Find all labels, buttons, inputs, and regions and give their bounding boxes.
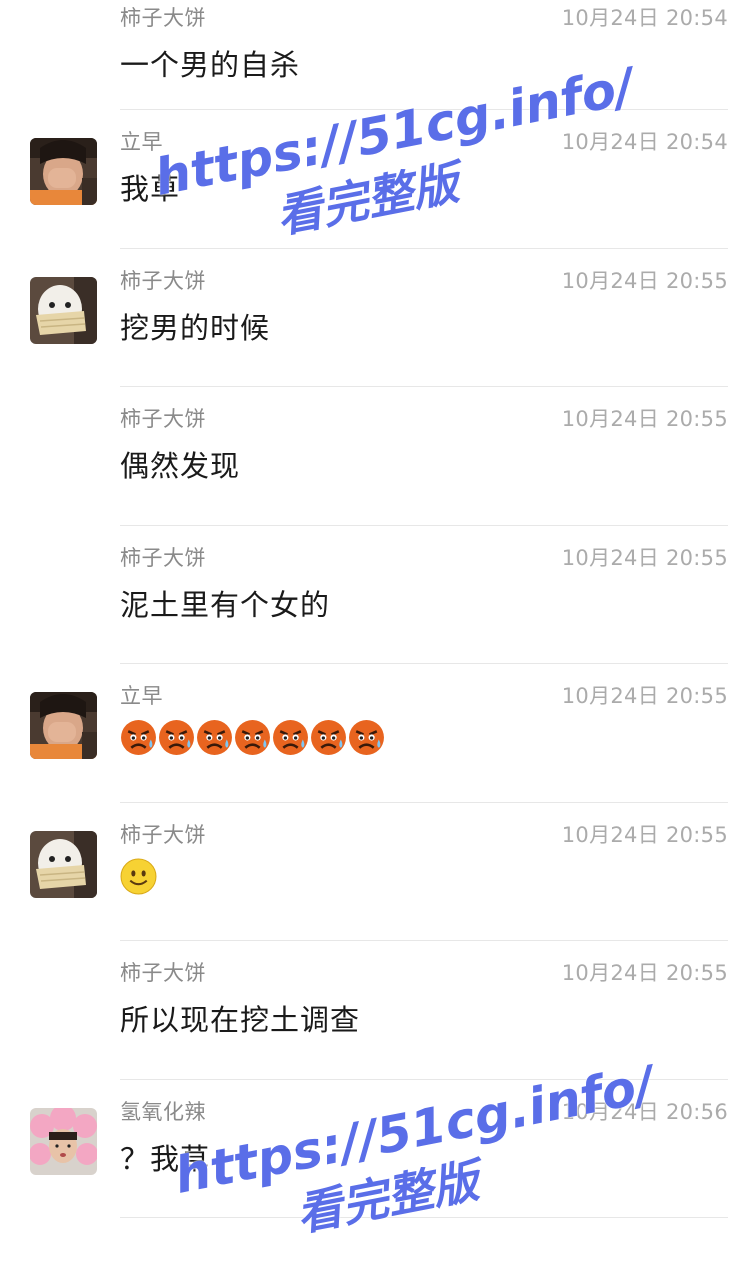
emoji-row — [120, 719, 385, 756]
avatar[interactable] — [30, 1107, 97, 1175]
avatar[interactable] — [30, 138, 97, 205]
dog-with-mask-icon — [30, 276, 97, 344]
avatar[interactable] — [30, 692, 97, 759]
message-time: 10月24日 20:55 — [561, 407, 728, 431]
message-time: 10月24日 20:55 — [561, 268, 728, 293]
message-item[interactable]: 柿子大饼 10月24日 20:54 一个男的自杀 — [0, 0, 750, 110]
avatar[interactable] — [30, 276, 97, 344]
message-text: 偶然发现 — [120, 449, 241, 483]
divider — [120, 1217, 728, 1218]
message-item[interactable]: 立早 10月24日 20:54 我草 — [0, 110, 750, 249]
sender-name[interactable]: 立早 — [120, 680, 163, 710]
sender-name[interactable]: 氢氧化辣 — [120, 1096, 206, 1126]
angry-sweat-emoji-icon — [197, 720, 232, 755]
angry-sweat-emoji-icon — [235, 720, 270, 755]
sender-name[interactable]: 立早 — [120, 126, 163, 156]
message-text: ？我草 — [120, 1141, 211, 1176]
person-covering-face-icon — [30, 692, 97, 759]
sender-name[interactable]: 柿子大饼 — [120, 2, 206, 32]
message-time: 10月24日 20:55 — [561, 961, 728, 985]
angry-sweat-emoji-icon — [311, 720, 346, 755]
message-item[interactable]: 柿子大饼 10月24日 20:55 — [0, 803, 750, 941]
message-item[interactable]: 柿子大饼 10月24日 20:55 泥土里有个女的 — [0, 526, 750, 664]
message-item[interactable]: 氢氧化辣 10月24日 20:56 ？我草 — [0, 1080, 750, 1218]
sender-name[interactable]: 柿子大饼 — [120, 403, 206, 433]
message-item[interactable]: 柿子大饼 10月24日 20:55 挖男的时候 — [0, 249, 750, 387]
avatar[interactable] — [30, 830, 97, 898]
smile-emoji-icon — [120, 858, 157, 894]
message-item[interactable]: 立早 10月24日 20:55 — [0, 664, 750, 803]
chat-message-list: 柿子大饼 10月24日 20:54 一个男的自杀 立早 10月24日 20:54… — [0, 0, 750, 1218]
person-pink-hat-icon — [30, 1107, 97, 1175]
message-text: 泥土里有个女的 — [120, 587, 331, 622]
message-text: 我草 — [120, 172, 181, 206]
angry-sweat-emoji-icon — [159, 720, 194, 755]
message-text: 一个男的自杀 — [120, 48, 301, 82]
message-time: 10月24日 20:56 — [561, 1099, 728, 1124]
message-time: 10月24日 20:55 — [561, 545, 728, 570]
angry-sweat-emoji-icon — [273, 720, 308, 755]
message-text: 所以现在挖土调查 — [120, 1003, 361, 1037]
message-time: 10月24日 20:54 — [561, 6, 728, 30]
sender-name[interactable]: 柿子大饼 — [120, 542, 206, 572]
message-time: 10月24日 20:55 — [561, 684, 728, 708]
dog-with-mask-icon — [30, 830, 97, 898]
angry-sweat-emoji-icon — [349, 720, 384, 755]
sender-name[interactable]: 柿子大饼 — [120, 819, 206, 849]
emoji-row — [120, 858, 157, 895]
sender-name[interactable]: 柿子大饼 — [120, 265, 206, 295]
message-item[interactable]: 柿子大饼 10月24日 20:55 偶然发现 — [0, 387, 750, 526]
sender-name[interactable]: 柿子大饼 — [120, 957, 206, 987]
message-text: 挖男的时候 — [120, 310, 271, 345]
person-covering-face-icon — [30, 138, 97, 205]
message-item[interactable]: 柿子大饼 10月24日 20:55 所以现在挖土调查 — [0, 941, 750, 1080]
angry-sweat-emoji-icon — [121, 720, 156, 755]
message-time: 10月24日 20:55 — [561, 822, 728, 847]
message-time: 10月24日 20:54 — [561, 130, 728, 154]
